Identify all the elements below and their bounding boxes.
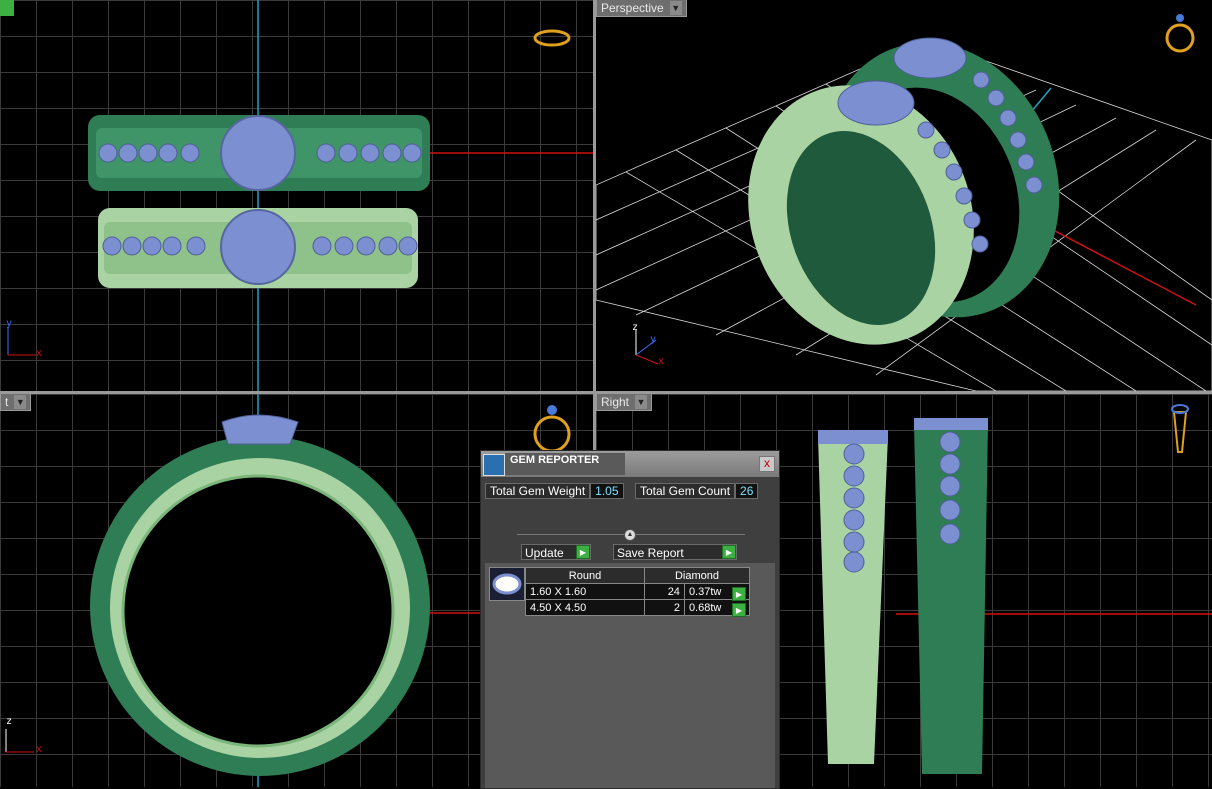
viewport-perspective[interactable]: Perspective ▼ z y x bbox=[596, 0, 1212, 391]
gem-reporter-title: GEM REPORTER bbox=[505, 453, 625, 475]
collapse-toggle-icon[interactable]: ▲ bbox=[624, 529, 636, 541]
gem-size-cell: 4.50 X 4.50 bbox=[525, 599, 645, 616]
viewport-label-right[interactable]: Right ▼ bbox=[596, 394, 653, 411]
total-count-value: 26 bbox=[735, 483, 759, 499]
viewport-label-text: Right bbox=[601, 395, 630, 409]
axis-x-label: x bbox=[36, 744, 43, 755]
dropdown-arrow-icon[interactable]: ▼ bbox=[635, 395, 648, 409]
axis-y-label: y bbox=[650, 334, 657, 345]
total-weight-field: Total Gem Weight 1.05 bbox=[485, 483, 624, 499]
ring-orientation-icon bbox=[1165, 23, 1195, 53]
dropdown-arrow-icon[interactable]: ▼ bbox=[669, 1, 682, 15]
gem-size-cell: 1.60 X 1.60 bbox=[525, 583, 645, 600]
gem-material-header: Diamond bbox=[644, 567, 750, 584]
viewport-top[interactable]: y x bbox=[0, 0, 593, 391]
update-arrow-icon[interactable]: ▶ bbox=[576, 545, 590, 559]
dropdown-arrow-icon[interactable]: ▼ bbox=[14, 395, 27, 409]
viewport-label-front[interactable]: t ▼ bbox=[0, 394, 32, 411]
row-select-arrow-icon[interactable]: ▶ bbox=[732, 587, 746, 601]
table-row[interactable]: 1.60 X 1.60 24 0.37tw bbox=[525, 583, 751, 600]
gem-count-cell: 24 bbox=[644, 583, 685, 600]
perspective-canvas bbox=[596, 14, 1212, 391]
gem-list: Round Diamond 1.60 X 1.60 24 0.37tw 4.50… bbox=[485, 563, 775, 788]
ring-orientation-icon bbox=[1172, 411, 1188, 453]
gem-reporter-titlebar[interactable]: GEM REPORTER x bbox=[481, 451, 779, 477]
viewport-label-perspective[interactable]: Perspective ▼ bbox=[596, 0, 687, 17]
axis-x-label: x bbox=[36, 348, 43, 359]
gem-shape-header: Round bbox=[525, 567, 645, 584]
axis-z-label: z bbox=[6, 716, 13, 727]
axis-y-label: y bbox=[6, 318, 13, 329]
viewport-label-text: t bbox=[5, 395, 9, 409]
axis-z-label: z bbox=[632, 322, 639, 333]
gem-count-cell: 2 bbox=[644, 599, 685, 616]
axis-x-label: x bbox=[658, 356, 665, 367]
gem-reporter-body: Total Gem Weight 1.05 Total Gem Count 26 ▲… bbox=[481, 477, 779, 788]
update-label: Update bbox=[525, 546, 564, 560]
ring-orientation-icon bbox=[533, 29, 571, 47]
viewport-menu-button[interactable] bbox=[0, 0, 14, 16]
save-report-label: Save Report bbox=[617, 546, 684, 560]
total-weight-value: 1.05 bbox=[590, 483, 624, 499]
gem-table: Round Diamond 1.60 X 1.60 24 0.37tw 4.50… bbox=[525, 567, 751, 616]
table-row[interactable]: 4.50 X 4.50 2 0.68tw bbox=[525, 599, 751, 616]
total-weight-label: Total Gem Weight bbox=[485, 483, 591, 499]
ring-orientation-icon bbox=[533, 415, 571, 453]
gem-round-thumbnail-icon[interactable] bbox=[489, 567, 525, 601]
row-select-arrow-icon[interactable]: ▶ bbox=[732, 603, 746, 617]
close-button[interactable]: x bbox=[759, 456, 775, 472]
total-count-field: Total Gem Count 26 bbox=[635, 483, 759, 499]
gem-reporter-panel: GEM REPORTER x Total Gem Weight 1.05 Tota… bbox=[480, 450, 780, 789]
total-count-label: Total Gem Count bbox=[635, 483, 736, 499]
viewport-label-text: Perspective bbox=[601, 1, 664, 15]
viewport-separator-horizontal[interactable] bbox=[0, 391, 1212, 394]
save-report-arrow-icon[interactable]: ▶ bbox=[722, 545, 736, 559]
save-report-button[interactable]: Save Report bbox=[613, 544, 737, 560]
top-view-canvas bbox=[7, 0, 593, 391]
gem-reporter-icon bbox=[483, 454, 505, 476]
